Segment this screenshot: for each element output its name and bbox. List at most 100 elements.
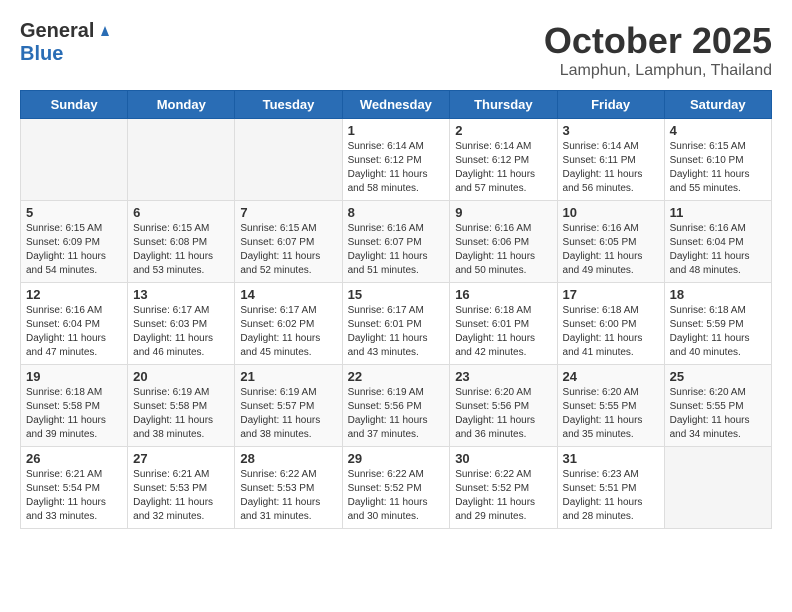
day-number: 23 (455, 369, 551, 384)
logo-triangle-icon (96, 22, 114, 40)
day-number: 28 (240, 451, 336, 466)
day-info: Sunrise: 6:15 AM Sunset: 6:10 PM Dayligh… (670, 140, 766, 196)
calendar-cell: 1 Sunrise: 6:14 AM Sunset: 6:12 PM Daylig… (342, 119, 450, 201)
location-title: Lamphun, Lamphun, Thailand (544, 62, 772, 80)
calendar-cell: 28 Sunrise: 6:22 AM Sunset: 5:53 PM Dayli… (235, 447, 342, 529)
day-info: Sunrise: 6:15 AM Sunset: 6:08 PM Dayligh… (133, 222, 229, 278)
day-info: Sunrise: 6:22 AM Sunset: 5:52 PM Dayligh… (455, 468, 551, 524)
calendar-cell: 19Sunrise: 6:18 AM Sunset: 5:58 PM Dayli… (21, 365, 128, 447)
calendar-cell: 8Sunrise: 6:16 AM Sunset: 6:07 PM Daylig… (342, 201, 450, 283)
calendar-week-2: 5 Sunrise: 6:15 AM Sunset: 6:09 PM Daylig… (21, 201, 772, 283)
calendar-cell: 30Sunrise: 6:22 AM Sunset: 5:52 PM Dayli… (450, 447, 557, 529)
calendar-cell: 25 Sunrise: 6:20 AM Sunset: 5:55 PM Dayli… (664, 365, 771, 447)
calendar-cell: 7 Sunrise: 6:15 AM Sunset: 6:07 PM Daylig… (235, 201, 342, 283)
calendar-cell (664, 447, 771, 529)
day-number: 16 (455, 287, 551, 302)
calendar-cell: 13 Sunrise: 6:17 AM Sunset: 6:03 PM Dayli… (128, 283, 235, 365)
day-number: 2 (455, 123, 551, 138)
day-number: 27 (133, 451, 229, 466)
calendar-cell: 29 Sunrise: 6:22 AM Sunset: 5:52 PM Dayli… (342, 447, 450, 529)
day-number: 20 (133, 369, 229, 384)
day-info: Sunrise: 6:16 AM Sunset: 6:04 PM Dayligh… (670, 222, 766, 278)
day-number: 24 (563, 369, 659, 384)
calendar-cell: 27 Sunrise: 6:21 AM Sunset: 5:53 PM Dayli… (128, 447, 235, 529)
weekday-header-sunday: Sunday (21, 91, 128, 119)
day-info: Sunrise: 6:16 AM Sunset: 6:06 PM Dayligh… (455, 222, 551, 278)
day-number: 13 (133, 287, 229, 302)
calendar-cell: 2 Sunrise: 6:14 AM Sunset: 6:12 PM Daylig… (450, 119, 557, 201)
day-info: Sunrise: 6:21 AM Sunset: 5:53 PM Dayligh… (133, 468, 229, 524)
calendar-cell: 14Sunrise: 6:17 AM Sunset: 6:02 PM Dayli… (235, 283, 342, 365)
month-title: October 2025 (544, 20, 772, 62)
logo-blue: Blue (20, 43, 63, 66)
day-number: 12 (26, 287, 122, 302)
day-number: 9 (455, 205, 551, 220)
calendar-cell: 16 Sunrise: 6:18 AM Sunset: 6:01 PM Dayli… (450, 283, 557, 365)
day-info: Sunrise: 6:15 AM Sunset: 6:07 PM Dayligh… (240, 222, 336, 278)
calendar-cell: 5 Sunrise: 6:15 AM Sunset: 6:09 PM Daylig… (21, 201, 128, 283)
day-info: Sunrise: 6:17 AM Sunset: 6:01 PM Dayligh… (348, 304, 445, 360)
title-area: October 2025 Lamphun, Lamphun, Thailand (544, 20, 772, 80)
day-number: 10 (563, 205, 659, 220)
day-number: 22 (348, 369, 445, 384)
day-number: 3 (563, 123, 659, 138)
calendar-cell: 17Sunrise: 6:18 AM Sunset: 6:00 PM Dayli… (557, 283, 664, 365)
calendar-cell: 26Sunrise: 6:21 AM Sunset: 5:54 PM Dayli… (21, 447, 128, 529)
calendar-week-4: 19Sunrise: 6:18 AM Sunset: 5:58 PM Dayli… (21, 365, 772, 447)
day-number: 1 (348, 123, 445, 138)
day-info: Sunrise: 6:19 AM Sunset: 5:57 PM Dayligh… (240, 386, 336, 442)
calendar-cell: 22Sunrise: 6:19 AM Sunset: 5:56 PM Dayli… (342, 365, 450, 447)
weekday-header-tuesday: Tuesday (235, 91, 342, 119)
day-info: Sunrise: 6:23 AM Sunset: 5:51 PM Dayligh… (563, 468, 659, 524)
day-info: Sunrise: 6:17 AM Sunset: 6:03 PM Dayligh… (133, 304, 229, 360)
calendar-week-3: 12 Sunrise: 6:16 AM Sunset: 6:04 PM Dayli… (21, 283, 772, 365)
day-number: 5 (26, 205, 122, 220)
day-info: Sunrise: 6:16 AM Sunset: 6:07 PM Dayligh… (348, 222, 445, 278)
calendar-cell (128, 119, 235, 201)
day-info: Sunrise: 6:18 AM Sunset: 6:00 PM Dayligh… (563, 304, 659, 360)
day-number: 6 (133, 205, 229, 220)
day-info: Sunrise: 6:22 AM Sunset: 5:52 PM Dayligh… (348, 468, 445, 524)
day-number: 11 (670, 205, 766, 220)
logo-general: General (20, 20, 94, 43)
day-number: 15 (348, 287, 445, 302)
day-number: 31 (563, 451, 659, 466)
weekday-header-wednesday: Wednesday (342, 91, 450, 119)
calendar-cell (21, 119, 128, 201)
day-number: 14 (240, 287, 336, 302)
weekday-header-friday: Friday (557, 91, 664, 119)
day-number: 7 (240, 205, 336, 220)
calendar-week-5: 26Sunrise: 6:21 AM Sunset: 5:54 PM Dayli… (21, 447, 772, 529)
calendar-cell: 15 Sunrise: 6:17 AM Sunset: 6:01 PM Dayli… (342, 283, 450, 365)
calendar-cell: 24 Sunrise: 6:20 AM Sunset: 5:55 PM Dayli… (557, 365, 664, 447)
day-info: Sunrise: 6:16 AM Sunset: 6:05 PM Dayligh… (563, 222, 659, 278)
page-header: General Blue October 2025 Lamphun, Lamph… (20, 20, 772, 80)
weekday-header-monday: Monday (128, 91, 235, 119)
day-number: 29 (348, 451, 445, 466)
calendar-cell: 21 Sunrise: 6:19 AM Sunset: 5:57 PM Dayli… (235, 365, 342, 447)
calendar-cell: 20Sunrise: 6:19 AM Sunset: 5:58 PM Dayli… (128, 365, 235, 447)
day-info: Sunrise: 6:20 AM Sunset: 5:56 PM Dayligh… (455, 386, 551, 442)
day-info: Sunrise: 6:14 AM Sunset: 6:11 PM Dayligh… (563, 140, 659, 196)
weekday-header-row: SundayMondayTuesdayWednesdayThursdayFrid… (21, 91, 772, 119)
day-info: Sunrise: 6:15 AM Sunset: 6:09 PM Dayligh… (26, 222, 122, 278)
day-info: Sunrise: 6:14 AM Sunset: 6:12 PM Dayligh… (455, 140, 551, 196)
day-info: Sunrise: 6:18 AM Sunset: 6:01 PM Dayligh… (455, 304, 551, 360)
calendar-cell: 6 Sunrise: 6:15 AM Sunset: 6:08 PM Daylig… (128, 201, 235, 283)
calendar: SundayMondayTuesdayWednesdayThursdayFrid… (20, 90, 772, 529)
calendar-week-1: 1 Sunrise: 6:14 AM Sunset: 6:12 PM Daylig… (21, 119, 772, 201)
day-info: Sunrise: 6:22 AM Sunset: 5:53 PM Dayligh… (240, 468, 336, 524)
day-info: Sunrise: 6:20 AM Sunset: 5:55 PM Dayligh… (670, 386, 766, 442)
day-info: Sunrise: 6:16 AM Sunset: 6:04 PM Dayligh… (26, 304, 122, 360)
day-number: 21 (240, 369, 336, 384)
day-number: 25 (670, 369, 766, 384)
day-number: 19 (26, 369, 122, 384)
calendar-cell: 23 Sunrise: 6:20 AM Sunset: 5:56 PM Dayli… (450, 365, 557, 447)
calendar-cell: 31 Sunrise: 6:23 AM Sunset: 5:51 PM Dayli… (557, 447, 664, 529)
calendar-cell: 4Sunrise: 6:15 AM Sunset: 6:10 PM Daylig… (664, 119, 771, 201)
calendar-cell: 18Sunrise: 6:18 AM Sunset: 5:59 PM Dayli… (664, 283, 771, 365)
day-info: Sunrise: 6:21 AM Sunset: 5:54 PM Dayligh… (26, 468, 122, 524)
day-info: Sunrise: 6:20 AM Sunset: 5:55 PM Dayligh… (563, 386, 659, 442)
weekday-header-saturday: Saturday (664, 91, 771, 119)
day-info: Sunrise: 6:14 AM Sunset: 6:12 PM Dayligh… (348, 140, 445, 196)
